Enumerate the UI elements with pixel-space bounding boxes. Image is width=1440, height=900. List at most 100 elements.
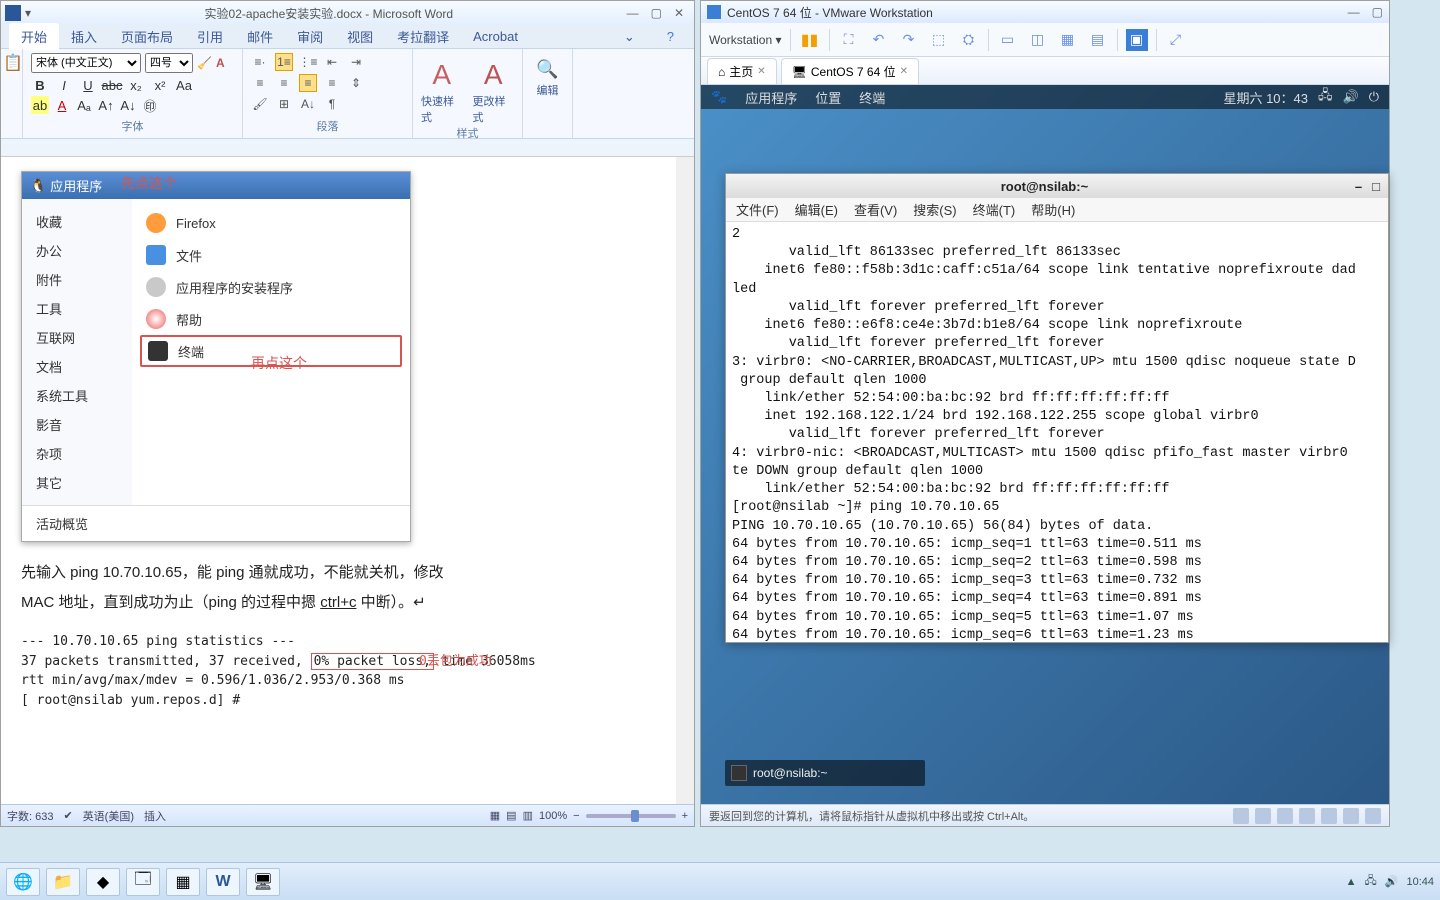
maximize-button[interactable]: ▢ bbox=[651, 6, 662, 20]
ribbon-minimize-icon[interactable]: ⌄ bbox=[612, 25, 647, 49]
italic-button[interactable]: I bbox=[55, 76, 73, 94]
cat-other[interactable]: 其它 bbox=[22, 468, 132, 497]
term-menu-search[interactable]: 搜索(S) bbox=[913, 200, 956, 219]
align-justify-icon[interactable]: ≡ bbox=[323, 74, 341, 92]
guest-desktop[interactable]: 🐾 应用程序 位置 终端 星期六 10：43 🖧 🔊 ⏻ root@nsilab… bbox=[701, 85, 1389, 804]
term-menu-edit[interactable]: 编辑(E) bbox=[795, 200, 838, 219]
cat-documents[interactable]: 文档 bbox=[22, 352, 132, 381]
font-name-select[interactable]: 宋体 (中文正文) bbox=[31, 53, 141, 73]
topbar-network-icon[interactable]: 🖧 bbox=[1318, 86, 1333, 108]
vm-view-split-icon[interactable]: ◫ bbox=[1027, 29, 1049, 51]
change-case-icon[interactable]: Aa bbox=[175, 76, 193, 94]
taskbar-explorer-icon[interactable]: 📁 bbox=[46, 868, 80, 896]
tab-home[interactable]: ⌂ 主页 ✕ bbox=[707, 58, 777, 84]
tab-translate[interactable]: 考拉翻译 bbox=[385, 23, 461, 50]
align-left-icon[interactable]: ≡ bbox=[251, 74, 269, 92]
help-icon[interactable]: ? bbox=[655, 25, 686, 49]
strike-button[interactable]: abc bbox=[103, 76, 121, 94]
tray-volume-icon[interactable]: 🔊 bbox=[1385, 875, 1399, 888]
clear-format-icon[interactable]: 🧹 bbox=[197, 56, 212, 70]
dev-usb-icon[interactable] bbox=[1299, 808, 1315, 824]
term-menu-view[interactable]: 查看(V) bbox=[854, 200, 897, 219]
terminal-body[interactable]: 2 valid_lft 86133sec preferred_lft 86133… bbox=[726, 222, 1388, 649]
vm-settings-icon[interactable]: ⛭ bbox=[958, 29, 980, 51]
tab-centos-close[interactable]: ✕ bbox=[900, 66, 908, 77]
tab-layout[interactable]: 页面布局 bbox=[109, 23, 185, 50]
indent-dec-icon[interactable]: ⇤ bbox=[323, 53, 341, 71]
status-language[interactable]: 英语(美国) bbox=[83, 808, 134, 824]
term-minimize-button[interactable]: – bbox=[1355, 179, 1362, 194]
grow-font-icon[interactable]: A↑ bbox=[97, 96, 115, 114]
topbar-power-icon[interactable]: ⏻ bbox=[1369, 89, 1379, 105]
gnome-activities-overview[interactable]: 活动概览 bbox=[22, 505, 410, 541]
taskbar-app3-icon[interactable]: ▦ bbox=[166, 868, 200, 896]
superscript-button[interactable]: x² bbox=[151, 76, 169, 94]
taskbar-vmware-icon[interactable]: 🖥 bbox=[246, 868, 280, 896]
workstation-menu[interactable]: Workstation ▾ bbox=[709, 33, 782, 47]
taskbar-app1-icon[interactable]: ◆ bbox=[86, 868, 120, 896]
cat-system[interactable]: 系统工具 bbox=[22, 381, 132, 410]
paste-icon[interactable]: 📋 bbox=[3, 53, 20, 73]
topbar-terminal[interactable]: 终端 bbox=[859, 88, 885, 107]
taskbar-word-icon[interactable]: W bbox=[206, 868, 240, 896]
vm-forward-icon[interactable]: ↷ bbox=[898, 29, 920, 51]
cat-tools[interactable]: 工具 bbox=[22, 294, 132, 323]
show-marks-icon[interactable]: ¶ bbox=[323, 95, 341, 113]
tab-insert[interactable]: 插入 bbox=[59, 23, 109, 50]
taskbar-terminal-icon[interactable] bbox=[731, 765, 747, 781]
dev-net-icon[interactable] bbox=[1277, 808, 1293, 824]
vertical-scrollbar[interactable] bbox=[676, 157, 694, 804]
change-styles-button[interactable]: A 更改样式 bbox=[473, 59, 515, 125]
font-color-icon[interactable]: A bbox=[53, 96, 71, 114]
font-size-select[interactable]: 四号 bbox=[145, 53, 193, 73]
sort-icon[interactable]: A↓ bbox=[299, 95, 317, 113]
term-menu-file[interactable]: 文件(F) bbox=[736, 200, 779, 219]
subscript-button[interactable]: x₂ bbox=[127, 76, 145, 94]
tray-time[interactable]: 10:44 bbox=[1406, 876, 1434, 888]
minimize-button[interactable]: — bbox=[627, 6, 639, 20]
vm-maximize-button[interactable]: ▢ bbox=[1372, 5, 1383, 19]
taskbar-chrome-icon[interactable]: 🌐 bbox=[6, 868, 40, 896]
dev-cd-icon[interactable] bbox=[1255, 808, 1271, 824]
align-right-icon[interactable]: ≡ bbox=[299, 74, 317, 92]
vm-unity-icon[interactable]: ⤢ bbox=[1165, 29, 1187, 51]
term-menu-help[interactable]: 帮助(H) bbox=[1031, 200, 1075, 219]
app-installer[interactable]: 应用程序的安装程序 bbox=[132, 271, 410, 303]
topbar-places[interactable]: 位置 bbox=[815, 88, 841, 107]
tab-references[interactable]: 引用 bbox=[185, 23, 235, 50]
tab-home[interactable]: 开始 bbox=[9, 23, 59, 50]
tab-review[interactable]: 审阅 bbox=[285, 23, 335, 50]
vm-minimize-button[interactable]: — bbox=[1348, 5, 1360, 19]
bullets-icon[interactable]: ≡· bbox=[251, 53, 269, 71]
border-icon[interactable]: ⊞ bbox=[275, 95, 293, 113]
vm-view-single-icon[interactable]: ▭ bbox=[997, 29, 1019, 51]
shrink-font-icon[interactable]: A↓ bbox=[119, 96, 137, 114]
term-maximize-button[interactable]: □ bbox=[1372, 179, 1380, 194]
underline-button[interactable]: U bbox=[79, 76, 97, 94]
zoom-in-button[interactable]: + bbox=[682, 810, 688, 822]
cat-accessories[interactable]: 附件 bbox=[22, 265, 132, 294]
status-wordcount[interactable]: 字数: 633 bbox=[7, 808, 53, 824]
phonetic-icon[interactable]: A bbox=[216, 56, 225, 70]
app-firefox[interactable]: Firefox bbox=[132, 207, 410, 239]
tab-mailings[interactable]: 邮件 bbox=[235, 23, 285, 50]
dev-hdd-icon[interactable] bbox=[1233, 808, 1249, 824]
cat-office[interactable]: 办公 bbox=[22, 236, 132, 265]
app-help[interactable]: 帮助 bbox=[132, 303, 410, 335]
tab-centos[interactable]: 🖥 CentOS 7 64 位 ✕ bbox=[781, 58, 919, 84]
cat-media[interactable]: 影音 bbox=[22, 410, 132, 439]
taskbar-app2-icon[interactable]: 🗔 bbox=[126, 868, 160, 896]
numbering-icon[interactable]: 1≡ bbox=[275, 53, 293, 71]
dev-sound-icon[interactable] bbox=[1321, 808, 1337, 824]
vm-pause-button[interactable]: ▮▮ bbox=[799, 29, 821, 51]
tray-expand-icon[interactable]: ▲ bbox=[1346, 876, 1357, 888]
cat-favorites[interactable]: 收藏 bbox=[22, 207, 132, 236]
vm-view-grid-icon[interactable]: ▦ bbox=[1057, 29, 1079, 51]
tab-acrobat[interactable]: Acrobat bbox=[461, 25, 530, 48]
zoom-value[interactable]: 100% bbox=[539, 810, 567, 822]
view-read-icon[interactable]: ▤ bbox=[506, 809, 516, 822]
quick-styles-button[interactable]: A 快速样式 bbox=[421, 59, 463, 125]
multilevel-icon[interactable]: ⋮≡ bbox=[299, 53, 317, 71]
cat-internet[interactable]: 互联网 bbox=[22, 323, 132, 352]
vm-manage-icon[interactable]: ⬚ bbox=[928, 29, 950, 51]
